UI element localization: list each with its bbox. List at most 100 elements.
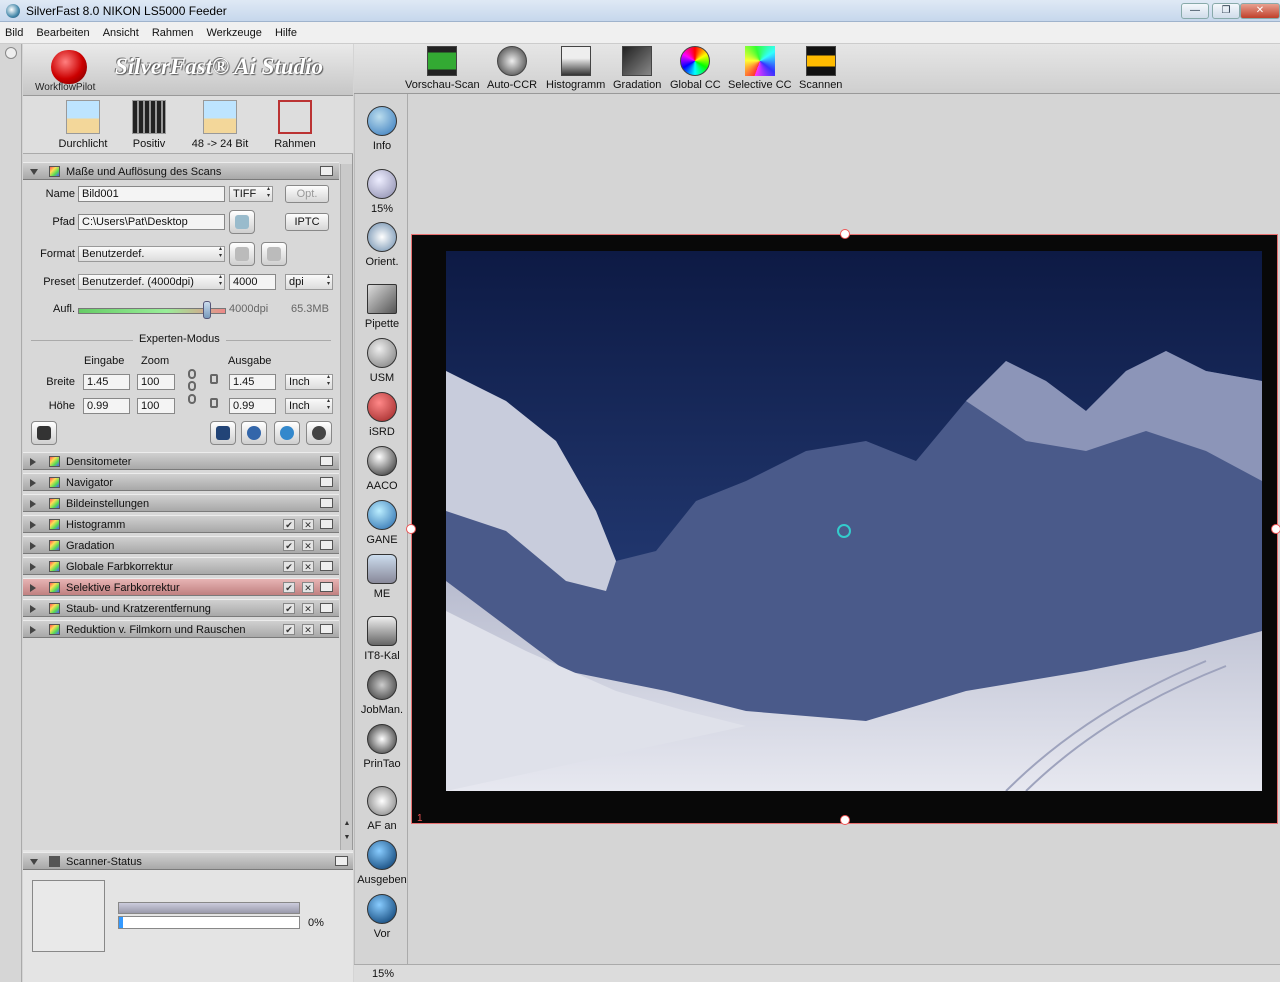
menu-bild[interactable]: Bild [0, 22, 28, 44]
lock-icon[interactable] [210, 374, 218, 384]
left-scrollbar[interactable]: ▲ ▼ [340, 164, 352, 850]
height-unit-select[interactable]: Inch [285, 398, 333, 414]
dpi-field[interactable]: 4000 [229, 274, 276, 290]
scan-frame[interactable]: 1 [406, 229, 1280, 825]
bitdepth-button[interactable]: 48 -> 24 Bit [190, 100, 250, 150]
auto-ccr-button[interactable]: Auto-CCR [487, 46, 537, 91]
jobmanager-tool[interactable]: JobMan. [355, 670, 409, 716]
apply-check-icon[interactable]: ✔ [283, 603, 295, 614]
expand-window-icon[interactable] [320, 519, 333, 529]
section-densitometer[interactable]: Densitometer [23, 452, 339, 470]
chain-link-icon[interactable] [188, 381, 196, 391]
apply-check-icon[interactable]: ✔ [283, 561, 295, 572]
chain-link-icon[interactable] [188, 369, 196, 379]
lock-icon[interactable] [210, 398, 218, 408]
quicktime-button[interactable] [274, 421, 300, 445]
menu-hilfe[interactable]: Hilfe [270, 22, 302, 44]
maximize-button[interactable]: ❐ [1212, 3, 1240, 19]
frame-handle-top[interactable] [840, 229, 850, 239]
width-output-field[interactable]: 1.45 [229, 374, 276, 390]
crosshair-icon[interactable] [837, 524, 851, 538]
height-zoom-field[interactable]: 100 [137, 398, 175, 414]
format-select[interactable]: Benutzerdef. [78, 246, 225, 262]
reset-button[interactable] [306, 421, 332, 445]
preset-select[interactable]: Benutzerdef. (4000dpi) [78, 274, 225, 290]
landscape-button[interactable] [261, 242, 287, 266]
prescan-button[interactable]: Vorschau-Scan [405, 46, 480, 91]
expand-window-icon[interactable] [320, 561, 333, 571]
expand-window-icon[interactable] [320, 582, 333, 592]
expand-window-icon[interactable] [320, 456, 333, 466]
selective-cc-button[interactable]: Selective CC [728, 46, 792, 91]
name-field[interactable]: Bild001 [78, 186, 225, 202]
apply-check-icon[interactable]: ✔ [283, 582, 295, 593]
portrait-button[interactable] [229, 242, 255, 266]
height-output-field[interactable]: 0.99 [229, 398, 276, 414]
minimize-button[interactable]: — [1181, 3, 1209, 19]
global-cc-button[interactable]: Global CC [670, 46, 721, 91]
width-zoom-field[interactable]: 100 [137, 374, 175, 390]
width-unit-select[interactable]: Inch [285, 374, 333, 390]
forward-tool[interactable]: Vor [355, 894, 409, 940]
rahmen-button[interactable]: Rahmen [265, 100, 325, 150]
section-bildeinstellungen[interactable]: Bildeinstellungen [23, 494, 339, 512]
section-gradation[interactable]: Gradation ✔ ✕ [23, 536, 339, 554]
section-grain-reduction[interactable]: Reduktion v. Filmkorn und Rauschen ✔ ✕ [23, 620, 339, 638]
chain-link-icon[interactable] [188, 394, 196, 404]
workflow-pilot-label[interactable]: WorkflowPilot [35, 82, 95, 93]
expand-window-icon[interactable] [320, 477, 333, 487]
orientation-tool[interactable]: Orient. [355, 222, 409, 268]
menu-rahmen[interactable]: Rahmen [147, 22, 199, 44]
path-field[interactable]: C:\Users\Pat\Desktop [78, 214, 225, 230]
isrd-tool[interactable]: iSRD [355, 392, 409, 438]
section-global-cc[interactable]: Globale Farbkorrektur ✔ ✕ [23, 557, 339, 575]
it8-tool[interactable]: IT8-Kal [355, 616, 409, 662]
reset-x-icon[interactable]: ✕ [302, 624, 314, 635]
expand-window-icon[interactable] [335, 856, 348, 866]
expand-window-icon[interactable] [320, 540, 333, 550]
reset-x-icon[interactable]: ✕ [302, 519, 314, 530]
expand-window-icon[interactable] [320, 624, 333, 634]
scan-size-section-header[interactable]: Maße und Auflösung des Scans [23, 162, 339, 180]
section-navigator[interactable]: Navigator [23, 473, 339, 491]
printao-tool[interactable]: PrinTao [355, 724, 409, 770]
gear-icon[interactable] [5, 47, 17, 59]
gane-tool[interactable]: GANE [355, 500, 409, 546]
frame-handle-bottom[interactable] [840, 815, 850, 825]
histogram-button[interactable]: Histogramm [546, 46, 605, 91]
reset-x-icon[interactable]: ✕ [302, 561, 314, 572]
apply-check-icon[interactable]: ✔ [283, 624, 295, 635]
reset-x-icon[interactable]: ✕ [302, 582, 314, 593]
options-button[interactable]: Opt. [285, 185, 329, 203]
section-selective-cc[interactable]: Selektive Farbkorrektur ✔ ✕ [23, 578, 339, 596]
section-dust-removal[interactable]: Staub- und Kratzerentfernung ✔ ✕ [23, 599, 339, 617]
eject-tool[interactable]: Ausgeben [355, 840, 409, 886]
apply-check-icon[interactable]: ✔ [283, 540, 295, 551]
expand-window-icon[interactable] [320, 603, 333, 613]
close-button[interactable]: ✕ [1240, 3, 1280, 19]
info-tool[interactable]: Info [355, 106, 409, 152]
silverfast-logo-icon[interactable] [51, 50, 87, 84]
width-input-field[interactable]: 1.45 [83, 374, 130, 390]
scan-button[interactable]: Scannen [799, 46, 842, 91]
positiv-button[interactable]: Positiv [119, 100, 179, 150]
me-tool[interactable]: ME [355, 554, 409, 600]
menu-bearbeiten[interactable]: Bearbeiten [31, 22, 94, 44]
section-histogramm[interactable]: Histogramm ✔ ✕ [23, 515, 339, 533]
menu-ansicht[interactable]: Ansicht [98, 22, 144, 44]
preview-area[interactable]: 1 [406, 94, 1280, 964]
menu-werkzeuge[interactable]: Werkzeuge [201, 22, 266, 44]
scroll-up-icon[interactable]: ▲ [342, 820, 352, 832]
dpi-unit-select[interactable]: dpi [285, 274, 333, 290]
save-settings-button[interactable] [31, 421, 57, 445]
expand-window-icon[interactable] [320, 498, 333, 508]
expert-mode-label[interactable]: Experten-Modus [133, 333, 226, 345]
iptc-button[interactable]: IPTC [285, 213, 329, 231]
reset-x-icon[interactable]: ✕ [302, 540, 314, 551]
aaco-tool[interactable]: AACO [355, 446, 409, 492]
autofocus-tool[interactable]: AF an [355, 786, 409, 832]
apply-check-icon[interactable]: ✔ [283, 519, 295, 530]
file-format-select[interactable]: TIFF [229, 186, 273, 202]
resolution-slider-thumb[interactable] [202, 301, 211, 319]
frame-handle-right[interactable] [1271, 524, 1280, 534]
